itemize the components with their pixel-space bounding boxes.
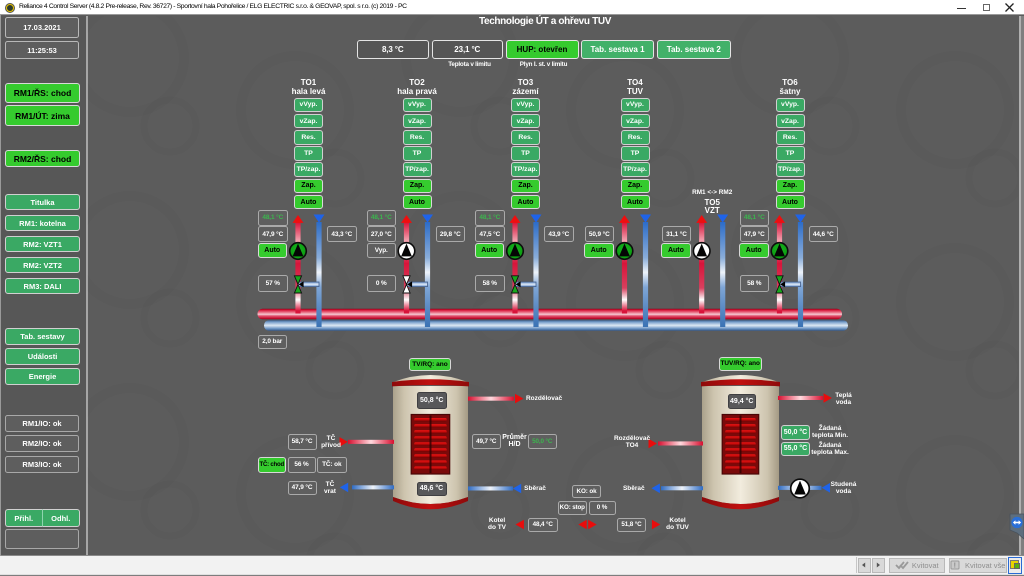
svg-text:!: ! [954,562,956,569]
